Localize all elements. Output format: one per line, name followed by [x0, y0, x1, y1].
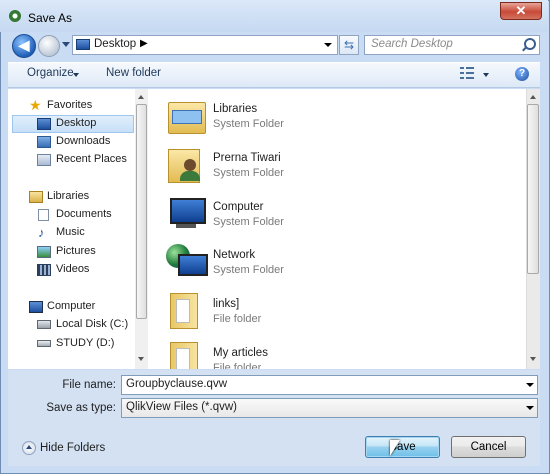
nav-item-downloads[interactable]: Downloads: [56, 135, 110, 147]
save-button[interactable]: Save: [365, 436, 440, 458]
recent-places-icon: [37, 154, 51, 166]
file-type-my-articles: File folder: [213, 362, 262, 369]
nav-libraries[interactable]: Libraries: [47, 190, 89, 202]
nav-scroll-up-icon[interactable]: [138, 95, 144, 99]
hide-folders-icon[interactable]: [22, 441, 36, 455]
nav-favorites[interactable]: Favorites: [47, 99, 92, 111]
desktop-icon: [37, 118, 51, 130]
nav-item-documents[interactable]: Documents: [56, 208, 112, 220]
network-large-icon: [166, 242, 208, 280]
file-name-computer[interactable]: Computer: [213, 201, 264, 213]
view-options-dropdown-icon[interactable]: [483, 73, 489, 77]
local-disk-icon: [37, 320, 51, 329]
file-name-libraries[interactable]: Libraries: [213, 103, 257, 115]
breadcrumb-arrow-icon[interactable]: ▶: [140, 38, 148, 49]
files-scroll-up-icon[interactable]: [530, 95, 536, 99]
cancel-button[interactable]: Cancel: [451, 436, 526, 458]
organize-dropdown-icon[interactable]: [73, 73, 79, 77]
hide-folders-button[interactable]: Hide Folders: [40, 442, 105, 454]
computer-large-icon: [166, 194, 206, 232]
nav-item-pictures[interactable]: Pictures: [56, 245, 96, 257]
nav-computer[interactable]: Computer: [47, 300, 95, 312]
back-button[interactable]: ◀: [12, 34, 36, 58]
libraries-large-icon: [166, 96, 206, 134]
mouse-cursor-icon: [390, 440, 400, 456]
computer-icon: [29, 301, 43, 313]
file-name-my-articles[interactable]: My articles: [213, 347, 268, 359]
file-type-user: System Folder: [213, 167, 284, 179]
window-title: Save As: [28, 11, 73, 25]
organize-button[interactable]: Organize: [27, 67, 74, 79]
nav-item-music[interactable]: Music: [56, 226, 85, 238]
file-name-network[interactable]: Network: [213, 249, 255, 261]
file-name-links[interactable]: links]: [213, 298, 239, 310]
nav-item-desktop[interactable]: Desktop: [56, 117, 96, 129]
file-type-links: File folder: [213, 313, 262, 325]
help-icon[interactable]: ?: [515, 67, 529, 81]
file-name-dropdown-icon[interactable]: [526, 383, 534, 387]
history-dropdown-icon[interactable]: [62, 42, 70, 47]
downloads-icon: [37, 136, 51, 148]
qlikview-app-icon: [9, 10, 21, 22]
file-type-computer: System Folder: [213, 216, 284, 228]
removable-drive-icon: [37, 340, 51, 347]
libraries-icon: [29, 191, 43, 203]
desktop-location-icon: [76, 39, 90, 50]
folder-large-icon-articles: [166, 340, 206, 369]
folder-large-icon: [166, 291, 206, 329]
back-arrow-icon: ◀: [18, 37, 30, 53]
file-type-network: System Folder: [213, 264, 284, 276]
address-location[interactable]: Desktop: [94, 38, 136, 50]
nav-item-videos[interactable]: Videos: [56, 263, 89, 275]
file-type-libraries: System Folder: [213, 118, 284, 130]
nav-scroll-down-icon[interactable]: [138, 357, 144, 361]
favorites-star-icon: ★: [29, 97, 42, 113]
music-icon: ♪: [38, 225, 45, 240]
save-type-dropdown-icon[interactable]: [526, 406, 534, 410]
nav-item-study-drive[interactable]: STUDY (D:): [56, 337, 114, 349]
file-name-label: File name:: [62, 379, 116, 391]
save-type-label: Save as type:: [46, 402, 116, 414]
save-type-select[interactable]: QlikView Files (*.qvw): [121, 398, 538, 418]
refresh-icon: ⇆: [343, 38, 355, 52]
address-dropdown-icon[interactable]: [324, 43, 332, 47]
user-folder-large-icon: [166, 145, 206, 183]
change-view-icon[interactable]: [460, 67, 474, 79]
file-name-input[interactable]: Groupbyclause.qvw: [121, 375, 538, 395]
videos-icon: [37, 264, 51, 276]
new-folder-button[interactable]: New folder: [106, 67, 161, 79]
forward-button[interactable]: [38, 35, 60, 57]
nav-item-local-disk[interactable]: Local Disk (C:): [56, 318, 128, 330]
files-scroll-down-icon[interactable]: [530, 357, 536, 361]
title-bar: [0, 0, 548, 32]
nav-scrollbar-thumb[interactable]: [136, 104, 147, 319]
nav-item-recent-places[interactable]: Recent Places: [56, 153, 127, 165]
refresh-button[interactable]: ⇆: [339, 35, 359, 55]
file-name-user[interactable]: Prerna Tiwari: [213, 152, 281, 164]
search-input[interactable]: Search Desktop: [364, 35, 540, 55]
files-scrollbar-thumb[interactable]: [527, 104, 539, 274]
pictures-icon: [37, 246, 51, 258]
close-button[interactable]: ✕: [500, 2, 542, 20]
documents-icon: [38, 209, 49, 221]
